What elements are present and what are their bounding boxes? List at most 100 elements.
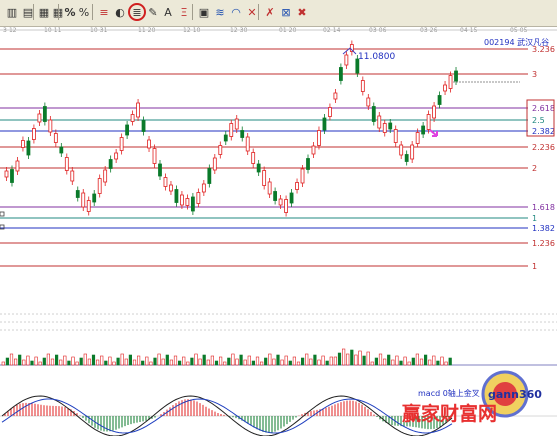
volume-bar — [227, 357, 231, 366]
volume-bar — [296, 361, 301, 366]
fib-level-label: 1.382 — [532, 224, 555, 233]
candle — [174, 189, 179, 203]
candle — [4, 170, 9, 178]
toolbar-separator — [33, 4, 34, 20]
draw-box-icon[interactable]: ▣ — [196, 3, 212, 21]
candle — [289, 192, 294, 204]
volume-bar — [436, 360, 440, 366]
fib-level-label: 2.5 — [532, 116, 545, 125]
candle — [212, 157, 217, 171]
candle — [377, 115, 382, 129]
candle — [201, 183, 206, 193]
candle — [256, 163, 261, 173]
candlestick-icon[interactable]: ▥ — [4, 3, 20, 21]
volume-bar — [268, 353, 272, 366]
candle — [21, 140, 25, 148]
volume-bar — [202, 354, 206, 366]
volume-bar — [419, 358, 424, 366]
candle — [311, 145, 316, 155]
volume-bar — [96, 359, 100, 366]
volume-bar — [50, 358, 55, 366]
candle — [328, 107, 332, 117]
volume-bar — [116, 357, 120, 366]
volume-bar — [87, 358, 91, 366]
wave-icon[interactable]: ≋ — [212, 3, 228, 21]
delete-icon[interactable]: ✗ — [262, 3, 278, 21]
volume-bar — [26, 355, 30, 366]
volume-bar — [67, 360, 71, 366]
volume-bar — [165, 354, 169, 366]
candle — [338, 67, 343, 81]
volume-bar — [239, 354, 243, 366]
volume-bar — [153, 357, 157, 366]
volume-bar — [223, 361, 227, 366]
pen-icon[interactable]: ✎ — [145, 3, 161, 21]
candle — [42, 106, 47, 122]
toolbar-separator — [192, 4, 193, 20]
candle — [97, 178, 102, 194]
candle — [10, 169, 14, 183]
volume-bar — [411, 357, 415, 366]
circle-icon[interactable]: ◐ — [112, 3, 128, 21]
volume-bar — [440, 356, 444, 366]
toolbar-separator — [58, 4, 59, 20]
volume-bar — [403, 356, 407, 366]
drawing-toolbar: ▥▤▦▦%%≡◐≣✎AΞ▣≋◠✕✗⊠✖ — [0, 0, 557, 27]
lock-icon[interactable]: ⊠ — [278, 3, 294, 21]
stock-code-label: 002194 武汉凡谷 — [484, 37, 549, 47]
candle — [415, 132, 420, 144]
volume-bar — [120, 353, 124, 366]
volume-bar — [161, 358, 165, 366]
fibonacci-icon[interactable]: ≡ — [96, 3, 112, 21]
draw-a-icon[interactable]: A — [160, 3, 176, 21]
candle — [223, 134, 228, 142]
candle — [284, 199, 288, 213]
volume-bar — [83, 353, 87, 366]
volume-bar — [190, 357, 194, 366]
close-icon[interactable]: ✖ — [294, 3, 310, 21]
percent-icon[interactable]: % — [76, 3, 92, 21]
candle — [163, 177, 168, 187]
candle — [70, 170, 75, 182]
candle — [322, 117, 327, 131]
fibo-fan-icon[interactable]: ≣ — [128, 3, 146, 21]
watermark-brand: gann360 — [488, 388, 542, 401]
candle — [251, 152, 256, 164]
fib-level-label: 2.236 — [532, 143, 555, 152]
volume-bar — [280, 359, 284, 366]
candle — [388, 122, 393, 130]
candle — [207, 168, 212, 184]
candle — [141, 120, 146, 132]
volume-bar — [391, 359, 395, 366]
candle — [48, 119, 53, 133]
volume-bar — [448, 357, 452, 366]
volume-bar — [329, 356, 333, 366]
candle — [245, 136, 250, 152]
volume-bar — [399, 360, 403, 366]
volume-bar — [321, 355, 325, 366]
level-icon[interactable]: Ξ — [176, 3, 192, 21]
candle — [218, 145, 223, 155]
drag-handle[interactable] — [0, 211, 5, 217]
volume-bar — [313, 354, 317, 366]
candle — [306, 158, 310, 170]
volume-bar — [264, 357, 268, 366]
candle — [382, 123, 387, 133]
fib-level-label: 2.382 — [532, 127, 555, 136]
candle — [421, 125, 426, 135]
candle — [399, 144, 404, 156]
candle — [190, 196, 195, 212]
toolbar-separator — [92, 4, 93, 20]
volume-bar — [219, 356, 223, 366]
candle — [448, 75, 453, 89]
volume-bar — [157, 353, 161, 366]
volume-bar — [46, 353, 50, 366]
volume-bar — [284, 355, 288, 366]
fib-level-label: 1.618 — [532, 203, 555, 212]
volume-bar — [259, 361, 264, 366]
volume-bar — [255, 356, 260, 366]
candle — [366, 97, 371, 107]
volume-bar — [432, 355, 436, 366]
volume-bar — [30, 360, 34, 366]
arc-icon[interactable]: ◠ — [228, 3, 244, 21]
